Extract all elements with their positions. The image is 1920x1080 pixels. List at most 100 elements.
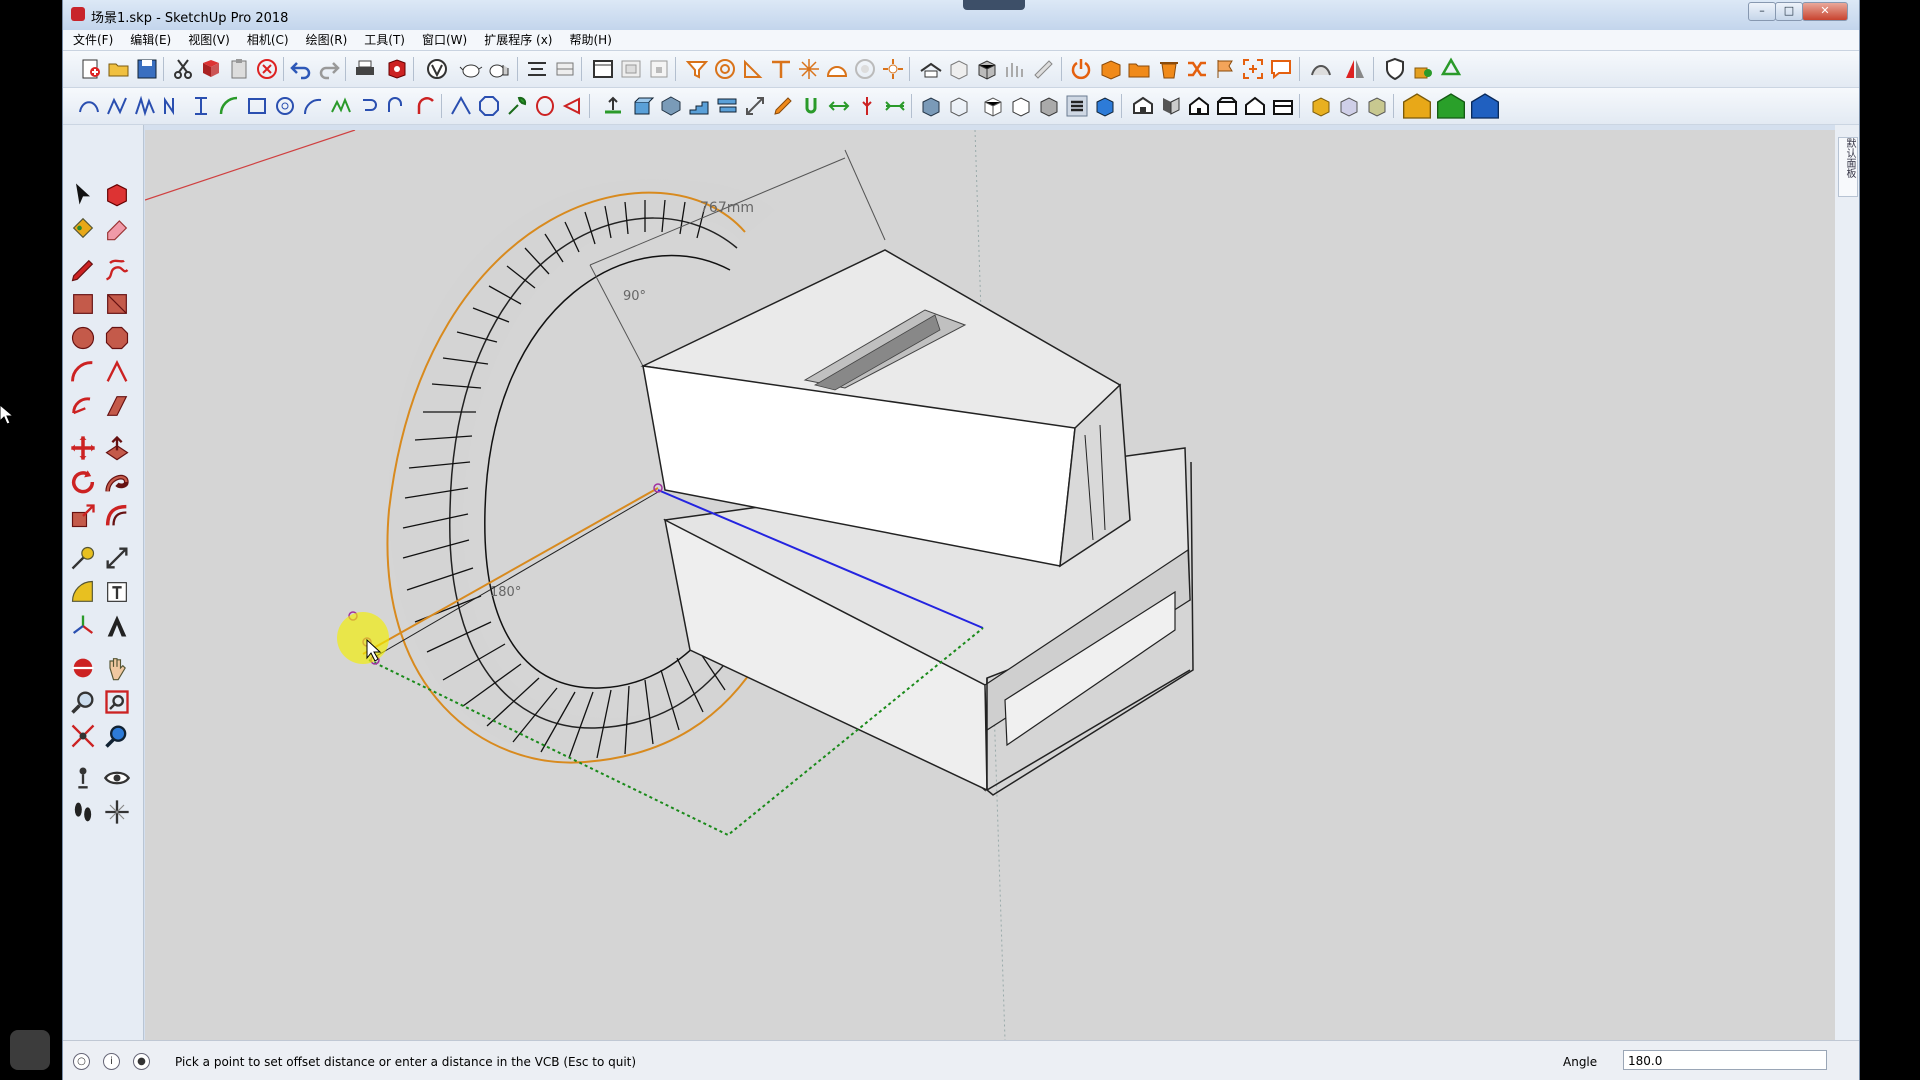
back-view-icon[interactable]: [1243, 94, 1267, 118]
warehouse-gold-icon[interactable]: [1401, 90, 1433, 122]
window-frame-icon[interactable]: [591, 57, 615, 81]
erase-icon[interactable]: [255, 57, 279, 81]
menu-help[interactable]: 帮助(H): [559, 30, 618, 49]
spline-icon[interactable]: [161, 94, 185, 118]
print-icon[interactable]: [353, 57, 377, 81]
curve-surface-icon[interactable]: [1309, 57, 1333, 81]
save-icon[interactable]: [135, 57, 159, 81]
new-file-icon[interactable]: [79, 57, 103, 81]
push-pull-icon[interactable]: [103, 434, 131, 462]
plane-tool-icon[interactable]: [103, 392, 131, 420]
pie-tool-icon[interactable]: [69, 392, 97, 420]
cut-icon[interactable]: [171, 57, 195, 81]
join-curve-icon[interactable]: [189, 94, 213, 118]
geolocation-icon[interactable]: ○: [73, 1053, 90, 1070]
grass-icon[interactable]: [1003, 57, 1027, 81]
measurements-input[interactable]: 180.0: [1623, 1050, 1827, 1070]
minimize-button[interactable]: –: [1748, 2, 1776, 21]
shaded-texture-icon[interactable]: [1037, 94, 1061, 118]
funnel-icon[interactable]: [685, 57, 709, 81]
close-button[interactable]: ✕: [1802, 2, 1848, 21]
protractor-icon[interactable]: [69, 578, 97, 606]
shell-icon[interactable]: [659, 94, 683, 118]
orange-folder-icon[interactable]: [1127, 57, 1151, 81]
stacked-slabs-icon[interactable]: [715, 94, 739, 118]
circle-outline-icon[interactable]: [273, 94, 297, 118]
paint-bucket-icon[interactable]: [69, 214, 97, 242]
rotated-rectangle-icon[interactable]: [103, 290, 131, 318]
make-component-icon[interactable]: [103, 180, 131, 208]
look-around-eye-icon[interactable]: [103, 764, 131, 792]
move-tool-icon[interactable]: [69, 434, 97, 462]
zigzag-icon[interactable]: [329, 94, 353, 118]
freehand-icon[interactable]: [133, 94, 157, 118]
box-solid-icon[interactable]: [975, 57, 999, 81]
offset-tool-icon[interactable]: [103, 502, 131, 530]
mirror-icon[interactable]: [1343, 57, 1367, 81]
redo-icon[interactable]: [317, 57, 341, 81]
window-drag-tab[interactable]: [963, 0, 1025, 10]
hook-curve-2-icon[interactable]: [385, 94, 409, 118]
monochrome-icon[interactable]: [1065, 94, 1089, 118]
trash-icon[interactable]: [1157, 57, 1181, 81]
box-outline-icon[interactable]: [947, 57, 971, 81]
freehand-draw-icon[interactable]: [103, 256, 131, 284]
teapot-hand-icon[interactable]: [487, 57, 511, 81]
zoom-icon[interactable]: [69, 688, 97, 716]
scale-tool-icon[interactable]: [69, 502, 97, 530]
red-arc-icon[interactable]: [413, 94, 437, 118]
user-icon[interactable]: ●: [133, 1053, 150, 1070]
text-tool-icon[interactable]: [103, 578, 131, 606]
octagon-icon[interactable]: [477, 94, 501, 118]
follow-me-icon[interactable]: [103, 468, 131, 496]
menu-camera[interactable]: 相机(C): [237, 30, 296, 49]
xray-box-icon[interactable]: [919, 94, 943, 118]
hatch-plane-icon[interactable]: [1031, 57, 1055, 81]
component-gold-icon[interactable]: [1309, 94, 1333, 118]
arc-tool-icon[interactable]: [69, 358, 97, 386]
copy-icon[interactable]: [199, 57, 223, 81]
rotate-tool-icon[interactable]: [69, 468, 97, 496]
extension-green-icon[interactable]: [1435, 90, 1467, 122]
light-burst-icon[interactable]: [881, 57, 905, 81]
grid-align-icon[interactable]: [553, 57, 577, 81]
left-view-icon[interactable]: [1271, 94, 1295, 118]
polygon-tool-icon[interactable]: [103, 324, 131, 352]
position-camera-icon[interactable]: [69, 764, 97, 792]
maximize-button[interactable]: □: [1775, 2, 1803, 21]
previous-view-icon[interactable]: [103, 722, 131, 750]
hidden-line-icon[interactable]: [981, 94, 1005, 118]
comment-icon[interactable]: [1269, 57, 1293, 81]
wrench-green-icon[interactable]: [505, 94, 529, 118]
collapse-horizontal-icon[interactable]: [883, 94, 907, 118]
front-view-icon[interactable]: [1187, 94, 1211, 118]
lock-green-icon[interactable]: [1411, 57, 1435, 81]
walk-footprints-icon[interactable]: [69, 798, 97, 826]
expand-horizontal-icon[interactable]: [827, 94, 851, 118]
flag-icon[interactable]: [1213, 57, 1237, 81]
oval-icon[interactable]: [533, 94, 557, 118]
menu-window[interactable]: 窗口(W): [412, 30, 474, 49]
power-icon[interactable]: [1069, 57, 1093, 81]
pencil-line-icon[interactable]: [69, 256, 97, 284]
sparkle-icon[interactable]: [797, 57, 821, 81]
tape-measure-icon[interactable]: [69, 544, 97, 572]
top-view-icon[interactable]: [1159, 94, 1183, 118]
menu-extensions[interactable]: 扩展程序 (x): [474, 30, 559, 49]
right-view-icon[interactable]: [1215, 94, 1239, 118]
info-icon[interactable]: i: [103, 1053, 120, 1070]
iso-view-icon[interactable]: [1131, 94, 1155, 118]
blue-box-icon[interactable]: [1093, 94, 1117, 118]
section-plane-icon[interactable]: [103, 798, 131, 826]
eraser-icon[interactable]: [103, 214, 131, 242]
rectangle-outline-icon[interactable]: [245, 94, 269, 118]
menu-draw[interactable]: 绘图(R): [296, 30, 355, 49]
component-olive-icon[interactable]: [1365, 94, 1389, 118]
split-vertical-icon[interactable]: [855, 94, 879, 118]
component-gray-icon[interactable]: [1337, 94, 1361, 118]
corner-ruler-icon[interactable]: [741, 57, 765, 81]
box-model[interactable]: [640, 249, 1194, 796]
push-pull-green-icon[interactable]: [601, 94, 625, 118]
pen-orange-icon[interactable]: [771, 94, 795, 118]
lock-frame-icon[interactable]: [647, 57, 671, 81]
